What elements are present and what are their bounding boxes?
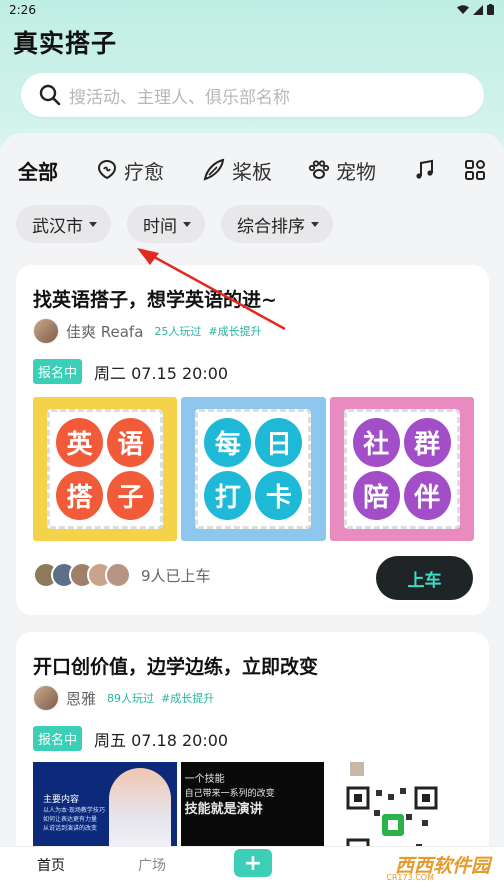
caret-down-icon xyxy=(311,221,319,227)
signal-icon xyxy=(473,4,483,15)
all-categories-button[interactable] xyxy=(464,153,486,187)
poster-line: 如何让表达更有力量 xyxy=(43,816,98,823)
card-tag: #成长提升 xyxy=(161,692,215,705)
tab-paddleboard-label: 桨板 xyxy=(232,159,272,184)
tab-healing-label: 疗愈 xyxy=(124,159,164,184)
city-filter-label: 武汉市 xyxy=(32,216,83,237)
time-filter-label: 时间 xyxy=(143,216,177,237)
status-badge: 报名中 xyxy=(33,726,83,751)
slide-line: 技能就是演讲 xyxy=(184,802,263,817)
paw-icon xyxy=(308,160,330,179)
time-filter[interactable]: 时间 xyxy=(127,205,205,243)
poster-line: 从说话到演讲的改变 xyxy=(43,825,98,832)
card-host: 恩雅 89人玩过 #成长提升 xyxy=(33,685,214,711)
tab-all[interactable]: 全部 xyxy=(18,153,62,187)
bottom-tab-bar: 首页 广场 + 西西软件园 CR173.COM xyxy=(0,846,504,896)
card-title: 开口创价值，边学边练，立即改变 xyxy=(33,656,319,678)
banner-stamp: 每 日 打 卡 xyxy=(195,409,312,529)
tab-all-label: 全部 xyxy=(18,159,58,184)
banner-stamp: 英 语 搭 子 xyxy=(47,409,163,529)
banner-char: 社 xyxy=(352,418,400,467)
wifi-icon xyxy=(457,4,469,14)
sort-filter-label: 综合排序 xyxy=(237,216,305,237)
tab-paddleboard[interactable]: 桨板 xyxy=(201,153,272,187)
status-icons xyxy=(457,4,494,15)
event-datetime: 周二 07.15 20:00 xyxy=(94,363,229,383)
caret-down-icon xyxy=(183,221,191,227)
watermark-sub: CR173.COM xyxy=(386,873,434,882)
activity-card[interactable]: 开口创价值，边学边练，立即改变 恩雅 89人玩过 #成长提升 报名中 周五 07… xyxy=(16,632,489,862)
banner-char: 子 xyxy=(107,471,154,520)
poster-line: 以人为本·现场教学技巧 xyxy=(43,807,105,814)
search-icon xyxy=(39,84,61,106)
status-badge: 报名中 xyxy=(33,359,83,384)
banner-char: 搭 xyxy=(56,471,103,520)
member-avatar xyxy=(105,562,131,588)
banner-tile: 社 群 陪 伴 xyxy=(329,397,474,541)
tab-pets[interactable]: 宠物 xyxy=(307,153,376,187)
healing-icon xyxy=(97,160,117,180)
joined-members[interactable]: 9人已上车 xyxy=(33,562,211,588)
category-tabs: 全部 疗愈 桨板 宠物 xyxy=(0,153,504,193)
paddleboard-icon xyxy=(203,158,225,181)
host-name[interactable]: 佳爽 Reafa xyxy=(66,321,143,342)
search-placeholder: 搜活动、主理人、俱乐部名称 xyxy=(69,87,290,108)
caret-down-icon xyxy=(89,221,97,227)
banner-char: 每 xyxy=(204,418,252,467)
create-button[interactable]: + xyxy=(234,849,272,877)
banner-char: 群 xyxy=(403,418,451,467)
poster-lines: 以人为本·现场教学技巧 如何让表达更有力量 从说话到演讲的改变 xyxy=(43,806,105,833)
event-datetime: 周五 07.18 20:00 xyxy=(94,730,229,750)
banner-char: 伴 xyxy=(403,471,451,520)
banner-char: 陪 xyxy=(352,471,400,520)
sort-filter[interactable]: 综合排序 xyxy=(221,205,333,243)
slide-line: 一个技能 xyxy=(184,774,225,785)
banner-char: 卡 xyxy=(255,471,303,520)
annotation-arrow xyxy=(137,248,286,331)
tab-music[interactable] xyxy=(413,153,437,187)
played-count: 89人玩过 xyxy=(107,692,155,705)
qr-avatar xyxy=(350,762,365,776)
banner-char: 日 xyxy=(255,418,303,467)
card-status-row: 报名中 周二 07.15 20:00 xyxy=(33,359,228,384)
card-status-row: 报名中 周五 07.18 20:00 xyxy=(33,726,228,751)
banner-char: 语 xyxy=(107,418,154,467)
status-bar: 2:26 xyxy=(0,0,504,20)
banner-tile: 英 语 搭 子 xyxy=(33,397,178,541)
app-title: 真实搭子 xyxy=(13,29,118,58)
poster-heading: 主要内容 xyxy=(43,795,80,805)
banner-stamp: 社 群 陪 伴 xyxy=(343,409,460,529)
grid-icon xyxy=(465,160,485,180)
host-avatar[interactable] xyxy=(33,318,59,344)
host-avatar[interactable] xyxy=(33,685,59,711)
join-button[interactable]: 上车 xyxy=(376,556,473,600)
banner-char: 打 xyxy=(204,471,252,520)
banner-tile: 每 日 打 卡 xyxy=(181,397,326,541)
slide-text: 一个技能 自己带来一系列的改变 技能就是演讲 xyxy=(185,772,275,817)
tab-healing[interactable]: 疗愈 xyxy=(95,153,164,187)
status-time: 2:26 xyxy=(9,3,36,17)
music-note-icon xyxy=(416,159,433,179)
host-name[interactable]: 恩雅 xyxy=(66,688,96,709)
city-filter[interactable]: 武汉市 xyxy=(16,205,111,243)
battery-icon xyxy=(487,4,494,15)
search-bar[interactable]: 搜活动、主理人、俱乐部名称 xyxy=(21,73,484,117)
banner-char: 英 xyxy=(56,418,103,467)
tab-plaza[interactable]: 广场 xyxy=(138,855,166,875)
card-banner[interactable]: 英 语 搭 子 每 日 打 卡 社 群 陪 伴 xyxy=(33,397,474,541)
filter-row: 武汉市 时间 综合排序 xyxy=(16,205,333,243)
slide-line: 自己带来一系列的改变 xyxy=(184,789,275,799)
tab-home[interactable]: 首页 xyxy=(37,855,65,875)
tab-pets-label: 宠物 xyxy=(336,159,376,184)
joined-count: 9人已上车 xyxy=(141,566,211,585)
